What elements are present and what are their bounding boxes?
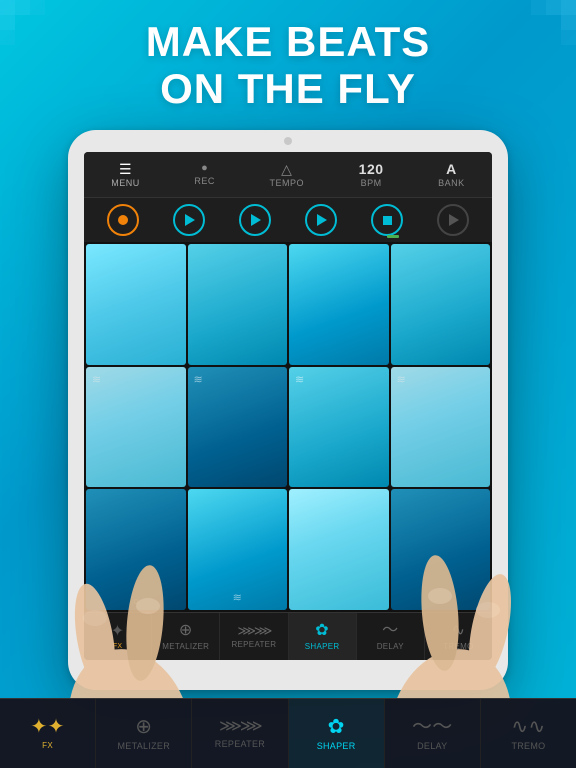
pad-1[interactable]	[86, 244, 186, 365]
headline-line1: MAKE BEATS	[146, 18, 431, 65]
headline: MAKE BEATS ON THE FLY	[0, 18, 576, 112]
shaper-icon: ✿	[315, 623, 329, 639]
transport-btn-6[interactable]	[437, 204, 469, 236]
toolbar-menu[interactable]: ☰ MENU	[111, 162, 140, 188]
bank-value: A	[446, 162, 457, 176]
toolbar-rec-label: REC	[194, 176, 215, 186]
play-icon-4	[449, 214, 459, 226]
pad-6[interactable]: ≋	[188, 367, 288, 488]
effect-tremo[interactable]: ∿ TREMO	[425, 613, 492, 660]
ipad-camera	[284, 137, 292, 145]
toolbar: ☰ MENU ● REC △ TEMPO 120 BPM A BANK	[84, 152, 492, 198]
pad-9[interactable]	[86, 489, 186, 610]
toolbar-rec[interactable]: ● REC	[194, 163, 215, 186]
tab-repeater-icon: ⋙⋙	[219, 719, 261, 735]
effect-metalizer-label: METALIZER	[162, 642, 209, 651]
rec-icon: ●	[201, 163, 208, 174]
tab-fx-icon: ✦✦	[31, 717, 65, 737]
headline-line2: ON THE FLY	[160, 65, 416, 112]
pad-2[interactable]	[188, 244, 288, 365]
tab-repeater[interactable]: ⋙⋙ REPEATER	[192, 699, 288, 768]
toolbar-bank[interactable]: A BANK	[438, 162, 465, 188]
tab-shaper[interactable]: ✿ SHAPER	[289, 699, 385, 768]
toolbar-bpm-label: BPM	[361, 178, 382, 188]
effect-tremo-label: TREMO	[443, 642, 473, 651]
tab-tremo[interactable]: ∿∿ TREMO	[481, 699, 576, 768]
pad-3[interactable]	[289, 244, 389, 365]
fx-icon: ✦	[111, 624, 125, 640]
tab-fx[interactable]: ✦✦ FX	[0, 699, 96, 768]
toolbar-bpm[interactable]: 120 BPM	[359, 162, 384, 188]
bpm-value: 120	[359, 162, 384, 176]
pad-wifi-1: ≋	[92, 373, 101, 386]
ipad-screen: ☰ MENU ● REC △ TEMPO 120 BPM A BANK	[84, 152, 492, 660]
play-icon-3	[317, 214, 327, 226]
play-icon-1	[185, 214, 195, 226]
transport-bar	[84, 198, 492, 242]
pad-7[interactable]: ≋	[289, 367, 389, 488]
tempo-icon: △	[281, 162, 292, 176]
transport-btn-3[interactable]	[239, 204, 271, 236]
delay-icon: 〜	[382, 623, 398, 639]
tab-shaper-icon: ✿	[328, 717, 345, 737]
effect-shaper[interactable]: ✿ SHAPER	[289, 613, 357, 660]
repeater-icon: ⋙⋙	[237, 624, 270, 637]
pad-5[interactable]: ≋	[86, 367, 186, 488]
pad-dot-1	[133, 599, 138, 604]
effect-fx-label: FX	[113, 643, 123, 650]
effect-metalizer[interactable]: ⊕ METALIZER	[152, 613, 220, 660]
pad-12[interactable]	[391, 489, 491, 610]
tab-tremo-label: TREMO	[511, 741, 545, 751]
toolbar-menu-label: MENU	[111, 178, 140, 188]
pad-4[interactable]	[391, 244, 491, 365]
stop-icon	[383, 216, 392, 225]
pad-wifi-4: ≋	[397, 373, 406, 386]
tab-metalizer-icon: ⊕	[135, 717, 152, 737]
effect-repeater-label: REPEATER	[231, 640, 276, 649]
tab-delay-label: DELAY	[417, 741, 447, 751]
tab-shaper-label: SHAPER	[317, 741, 356, 751]
play-icon-2	[251, 214, 261, 226]
tab-delay-icon: 〜〜	[412, 717, 453, 737]
ipad-device: ☰ MENU ● REC △ TEMPO 120 BPM A BANK	[68, 130, 508, 690]
bottom-tab-bar: ✦✦ FX ⊕ METALIZER ⋙⋙ REPEATER ✿ SHAPER 〜…	[0, 698, 576, 768]
toolbar-tempo[interactable]: △ TEMPO	[270, 162, 305, 188]
pad-11[interactable]	[289, 489, 389, 610]
pad-grid: ≋ ≋ ≋ ≋ ≋	[84, 242, 492, 612]
tab-tremo-icon: ∿∿	[511, 717, 545, 737]
pad-wifi-2: ≋	[194, 373, 203, 386]
transport-btn-2[interactable]	[173, 204, 205, 236]
level-bar	[387, 235, 399, 238]
effect-shaper-label: SHAPER	[305, 642, 340, 651]
menu-icon: ☰	[119, 162, 132, 176]
tab-metalizer[interactable]: ⊕ METALIZER	[96, 699, 192, 768]
tab-delay[interactable]: 〜〜 DELAY	[385, 699, 481, 768]
tab-fx-label: FX	[42, 741, 53, 750]
pad-wifi-5: ≋	[233, 591, 242, 604]
effect-fx[interactable]: ✦ FX	[84, 613, 152, 660]
pad-10[interactable]: ≋	[188, 489, 288, 610]
tremo-icon: ∿	[452, 623, 466, 639]
ipad-top-bar	[68, 130, 508, 152]
pad-8[interactable]: ≋	[391, 367, 491, 488]
effect-repeater[interactable]: ⋙⋙ REPEATER	[220, 613, 288, 660]
effect-delay-label: DELAY	[377, 642, 404, 651]
tab-repeater-label: REPEATER	[215, 739, 265, 749]
tab-metalizer-label: METALIZER	[117, 741, 170, 751]
transport-btn-1[interactable]	[107, 204, 139, 236]
effects-bar: ✦ FX ⊕ METALIZER ⋙⋙ REPEATER ✿ SHAPER 〜 …	[84, 612, 492, 660]
pad-wifi-3: ≋	[295, 373, 304, 386]
toolbar-bank-label: BANK	[438, 178, 465, 188]
effect-delay[interactable]: 〜 DELAY	[357, 613, 425, 660]
toolbar-tempo-label: TEMPO	[270, 178, 305, 188]
transport-btn-5[interactable]	[371, 204, 403, 236]
metalizer-icon: ⊕	[179, 623, 193, 639]
transport-btn-4[interactable]	[305, 204, 337, 236]
